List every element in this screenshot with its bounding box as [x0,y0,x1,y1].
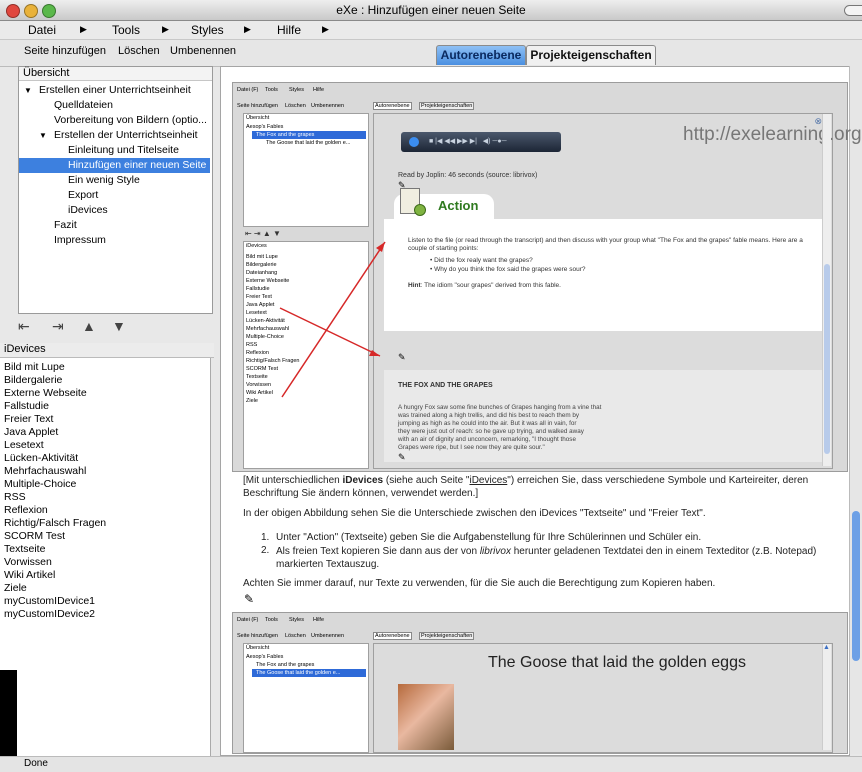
ss2-outline: Übersicht Aesop's Fables The Fox and the… [243,643,369,753]
ss2-menu-item: Hilfe [313,617,325,623]
arrow-to-action [281,241,386,398]
ss2-outline-item: Aesop's Fables [246,654,284,660]
ss2-menu-item: Tools [265,617,278,623]
arrow-head [376,242,385,252]
status-bar: Done [0,756,862,772]
ss2-outline-item: The Fox and the grapes [256,662,315,668]
idevices-link[interactable]: iDevices [469,475,507,486]
ss2-tab: Autorenebene [373,632,412,640]
ss2-outline-item: The Goose that laid the golden e... [256,670,341,676]
ss2-toolbar-item: Löschen [285,633,306,639]
paragraph-permission: Achten Sie immer darauf, nur Texte zu ve… [243,578,716,589]
list-item-1: Unter "Action" (Textseite) geben Sie die… [276,532,702,543]
ss2-menu-item: Styles [289,617,304,623]
list-item-2: Als freien Text kopieren Sie dann aus de… [276,546,817,570]
list-num: 2. [261,545,270,556]
ss2-page-title: The Goose that laid the golden eggs [488,654,746,671]
edit-icon[interactable]: ✎ [244,592,254,606]
arrow-to-story [279,307,381,357]
ss2-scrollbar: ▲ [822,644,831,750]
list-num: 1. [261,532,270,543]
scroll-up-icon: ▲ [823,644,830,651]
embedded-screenshot-2: Datei (F) Tools Styles Hilfe Seite hinzu… [232,612,848,754]
ss2-outline-header: Übersicht [246,645,270,651]
ss2-toolbar-item: Seite hinzufügen [237,633,278,639]
status-text: Done [24,758,48,769]
ss2-content: The Goose that laid the golden eggs ▲ [373,643,833,753]
ss2-toolbar-item: Umbenennen [311,633,345,639]
paragraph-difference: In der obigen Abbildung sehen Sie die Un… [243,508,706,519]
ss2-tab: Projekteigenschaften [419,632,475,640]
ss2-goose-image [398,684,454,750]
ss2-menu-item: Datei (F) [237,617,259,623]
paragraph-idevices: [Mit unterschiedlichen iDevices (siehe a… [243,475,809,499]
